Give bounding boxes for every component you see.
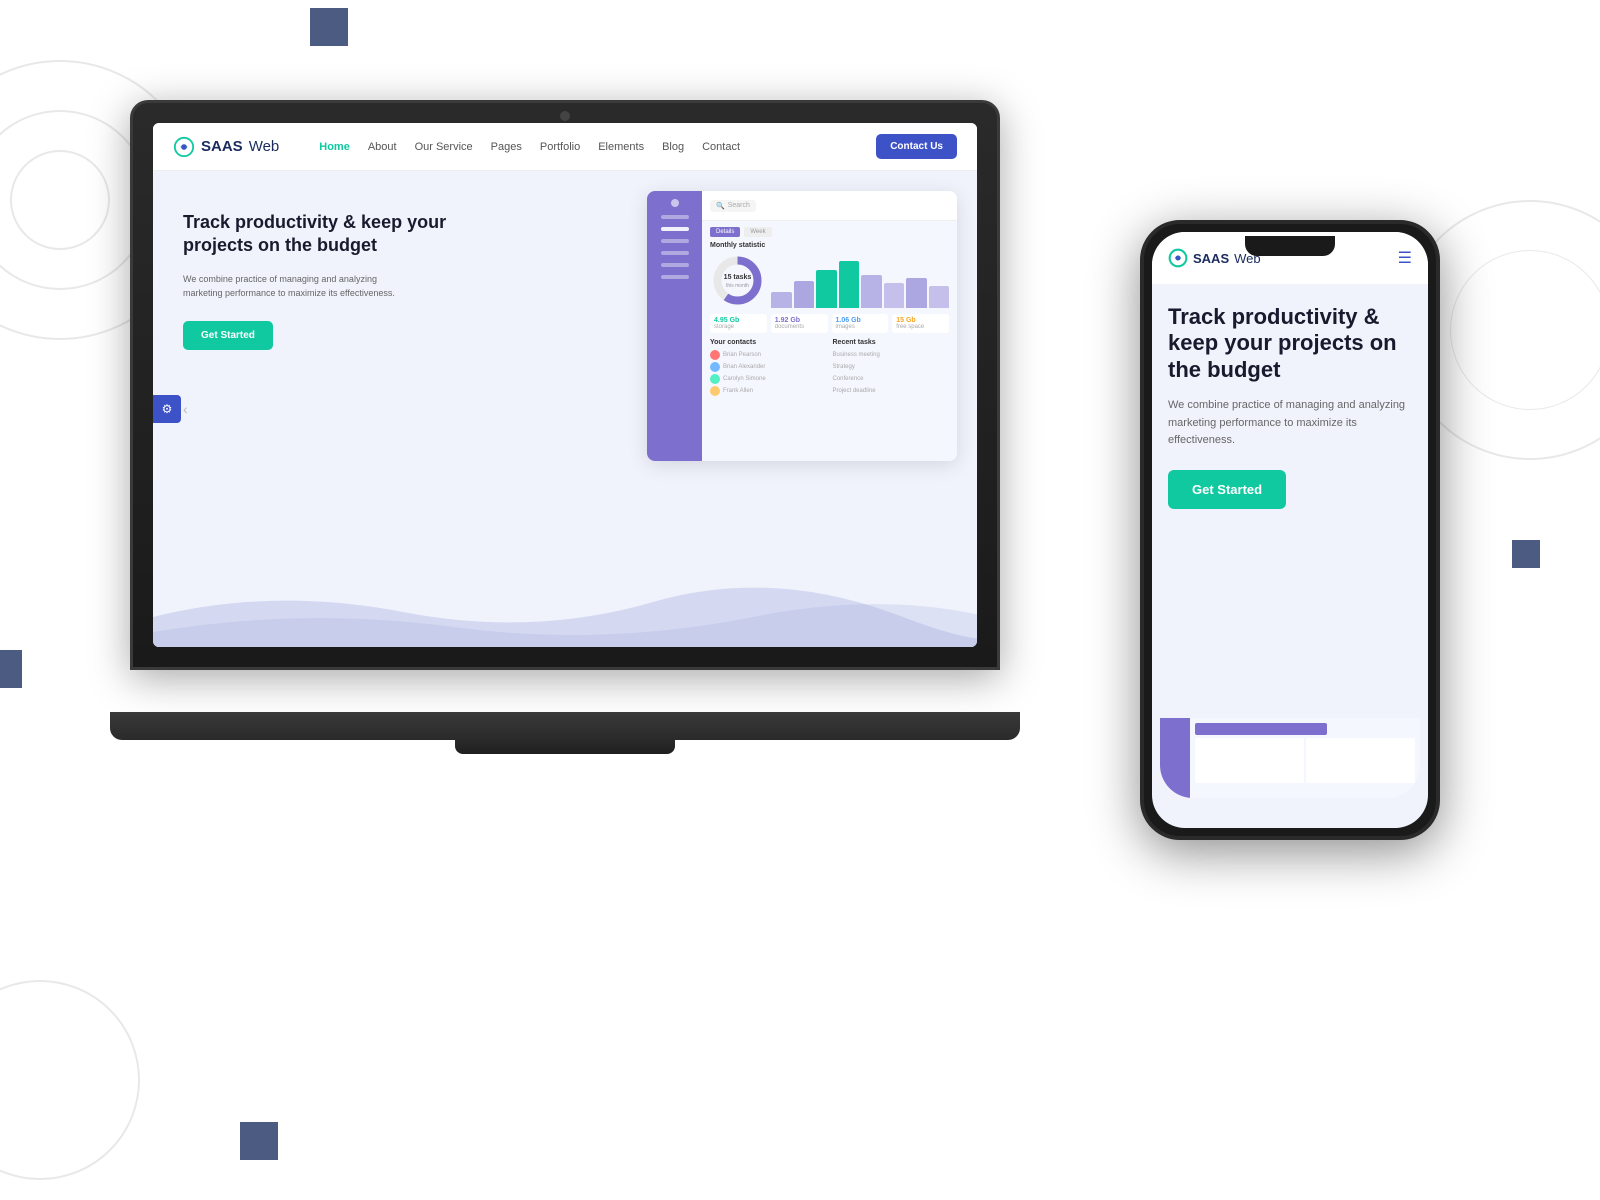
phone-dash-main	[1190, 718, 1420, 798]
bg-circle-medium	[0, 110, 150, 290]
nav-home[interactable]: Home	[319, 141, 350, 153]
laptop-hero-title: Track productivity & keep your projects …	[183, 211, 508, 258]
dash-logo-dot	[671, 199, 679, 207]
contact-us-button[interactable]: Contact Us	[876, 134, 957, 159]
dash-chart-area: 15 tasks this month	[710, 253, 949, 308]
bg-square-bottom	[240, 1122, 278, 1160]
bg-square-top	[310, 8, 348, 46]
contact-rows: Brian Pearson Brian Alexander Carolyn Si…	[710, 349, 827, 397]
dash-tabs: Details Week	[710, 227, 949, 237]
dash-tab-week[interactable]: Week	[744, 227, 771, 237]
bg-circle-bottom	[0, 980, 140, 1180]
nav-contact[interactable]: Contact	[702, 141, 740, 153]
bg-circle-small	[10, 150, 110, 250]
dash-nav-2	[661, 227, 689, 231]
laptop-get-started-button[interactable]: Get Started	[183, 321, 273, 350]
bar-chart	[771, 253, 949, 308]
dash-nav-4	[661, 251, 689, 255]
phone-hero-title: Track productivity & keep your projects …	[1168, 304, 1412, 383]
nav-blog[interactable]: Blog	[662, 141, 684, 153]
phone-dashboard-preview	[1160, 718, 1420, 798]
laptop-camera	[560, 111, 570, 121]
laptop-hero-section: ⚙ ‹ Track productivity & keep your proje…	[153, 171, 977, 647]
logo-text-saas: SAAS	[201, 138, 243, 155]
hero-wave	[153, 577, 977, 647]
laptop-screen: SAAS Web Home About Our Service Pages Por…	[153, 123, 977, 647]
phone-logo-icon	[1168, 248, 1188, 268]
laptop-device: SAAS Web Home About Our Service Pages Por…	[130, 100, 1030, 740]
dash-nav-3	[661, 239, 689, 243]
phone-device: SAASWeb ☰ Track productivity & keep your…	[1140, 220, 1440, 840]
laptop-navbar: SAAS Web Home About Our Service Pages Por…	[153, 123, 977, 171]
laptop-nav-menu: Home About Our Service Pages Portfolio E…	[319, 141, 740, 153]
dash-nav-5	[661, 263, 689, 267]
dash-search[interactable]: 🔍 Search	[710, 200, 756, 212]
phone-body: SAASWeb ☰ Track productivity & keep your…	[1140, 220, 1440, 840]
nav-pages[interactable]: Pages	[491, 141, 522, 153]
dash-main-content: 🔍 Search Details Week Monthly statistic	[702, 191, 957, 461]
tasks-title: Recent tasks	[833, 339, 950, 346]
hamburger-menu-icon[interactable]: ☰	[1398, 248, 1412, 268]
phone-logo-text-saas: SAAS	[1193, 251, 1229, 266]
dash-nav-1	[661, 215, 689, 219]
settings-tab[interactable]: ⚙	[153, 395, 181, 423]
dash-stats-row: 4.95 Gb storage 1.92 Gb documents 1.06 G…	[710, 314, 949, 333]
stat-free: 15 Gb free space	[892, 314, 949, 333]
donut-chart: 15 tasks this month	[710, 253, 765, 308]
dash-nav-6	[661, 275, 689, 279]
bg-circle-right-medium	[1450, 250, 1600, 410]
svg-text:this month: this month	[726, 283, 749, 289]
stat-images: 1.06 Gb images	[832, 314, 889, 333]
laptop-base	[110, 712, 1020, 740]
prev-slide-arrow[interactable]: ‹	[183, 401, 188, 417]
nav-elements[interactable]: Elements	[598, 141, 644, 153]
logo-text-web: Web	[249, 138, 280, 155]
dash-sidebar	[647, 191, 702, 461]
contacts-table: Your contacts Brian Pearson Brian Alexan…	[710, 339, 827, 397]
stat-storage: 4.95 Gb storage	[710, 314, 767, 333]
contacts-title: Your contacts	[710, 339, 827, 346]
stat-docs: 1.92 Gb documents	[771, 314, 828, 333]
laptop-logo: SAAS Web	[173, 136, 279, 158]
dash-topbar: 🔍 Search	[702, 191, 957, 221]
phone-get-started-button[interactable]: Get Started	[1168, 470, 1286, 509]
bg-square-right	[1512, 540, 1540, 568]
dash-chart-title: Monthly statistic	[710, 242, 949, 249]
phone-screen: SAASWeb ☰ Track productivity & keep your…	[1152, 232, 1428, 828]
dash-tab-details[interactable]: Details	[710, 227, 740, 237]
dash-content-area: Details Week Monthly statistic 15 tasks …	[702, 221, 957, 403]
task-rows: Business meeting Strategy Conference Pro…	[833, 349, 950, 397]
phone-dash-sidebar	[1160, 718, 1190, 798]
dash-tables: Your contacts Brian Pearson Brian Alexan…	[710, 339, 949, 397]
phone-hero-desc: We combine practice of managing and anal…	[1168, 397, 1412, 450]
bg-square-left	[0, 650, 22, 688]
phone-notch	[1245, 236, 1335, 256]
laptop-dashboard-mockup: 🔍 Search Details Week Monthly statistic	[647, 191, 957, 461]
nav-our-service[interactable]: Our Service	[415, 141, 473, 153]
tasks-table: Recent tasks Business meeting Strategy C…	[833, 339, 950, 397]
phone-hero-section: Track productivity & keep your projects …	[1152, 284, 1428, 529]
nav-about[interactable]: About	[368, 141, 397, 153]
nav-portfolio[interactable]: Portfolio	[540, 141, 580, 153]
svg-text:15 tasks: 15 tasks	[724, 274, 752, 281]
laptop-hero-desc: We combine practice of managing and anal…	[183, 272, 403, 301]
saas-logo-icon	[173, 136, 195, 158]
laptop-body: SAAS Web Home About Our Service Pages Por…	[130, 100, 1000, 670]
search-placeholder: Search	[728, 202, 750, 209]
laptop-foot	[455, 740, 675, 754]
